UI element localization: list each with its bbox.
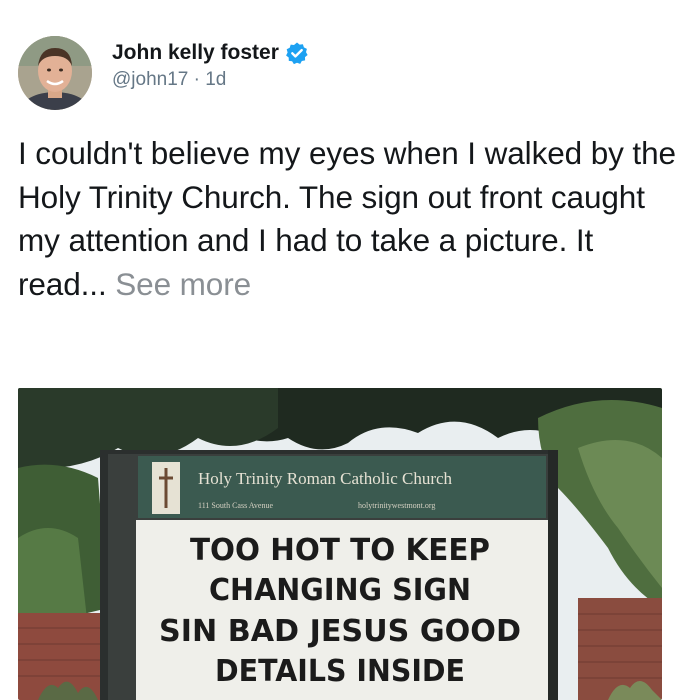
avatar-image (18, 36, 92, 110)
church-name-text: Holy Trinity Roman Catholic Church (198, 469, 453, 488)
tweet-header: John kelly foster @john17 · 1d (18, 33, 309, 113)
display-name-row: John kelly foster (112, 41, 309, 65)
tweet-text: I couldn't believe my eyes when I walked… (18, 132, 688, 306)
sign-line-3: SIN BAD JESUS GOOD (159, 614, 521, 649)
display-name[interactable]: John kelly foster (112, 41, 279, 65)
church-address-text: 111 South Cass Avenue (198, 501, 273, 510)
see-more-link[interactable]: See more (115, 266, 251, 302)
church-website-text: holytrinitywestmont.org (358, 501, 435, 510)
sign-line-4: DETAILS INSIDE (215, 654, 465, 689)
separator: · (188, 69, 206, 90)
tweet-time[interactable]: 1d (205, 69, 226, 90)
church-sign-photo: Holy Trinity Roman Catholic Church 111 S… (18, 388, 662, 700)
tweet-card: John kelly foster @john17 · 1d I couldn'… (0, 0, 700, 700)
user-handle[interactable]: @john17 (112, 69, 188, 90)
verified-badge-icon (285, 41, 309, 65)
tweet-photo[interactable]: Holy Trinity Roman Catholic Church 111 S… (18, 388, 662, 700)
user-names: John kelly foster @john17 · 1d (112, 41, 309, 91)
sign-line-2: CHANGING SIGN (209, 573, 471, 608)
handle-row: @john17 · 1d (112, 69, 309, 91)
sign-line-1: TOO HOT TO KEEP (190, 533, 490, 568)
avatar[interactable] (18, 36, 92, 110)
